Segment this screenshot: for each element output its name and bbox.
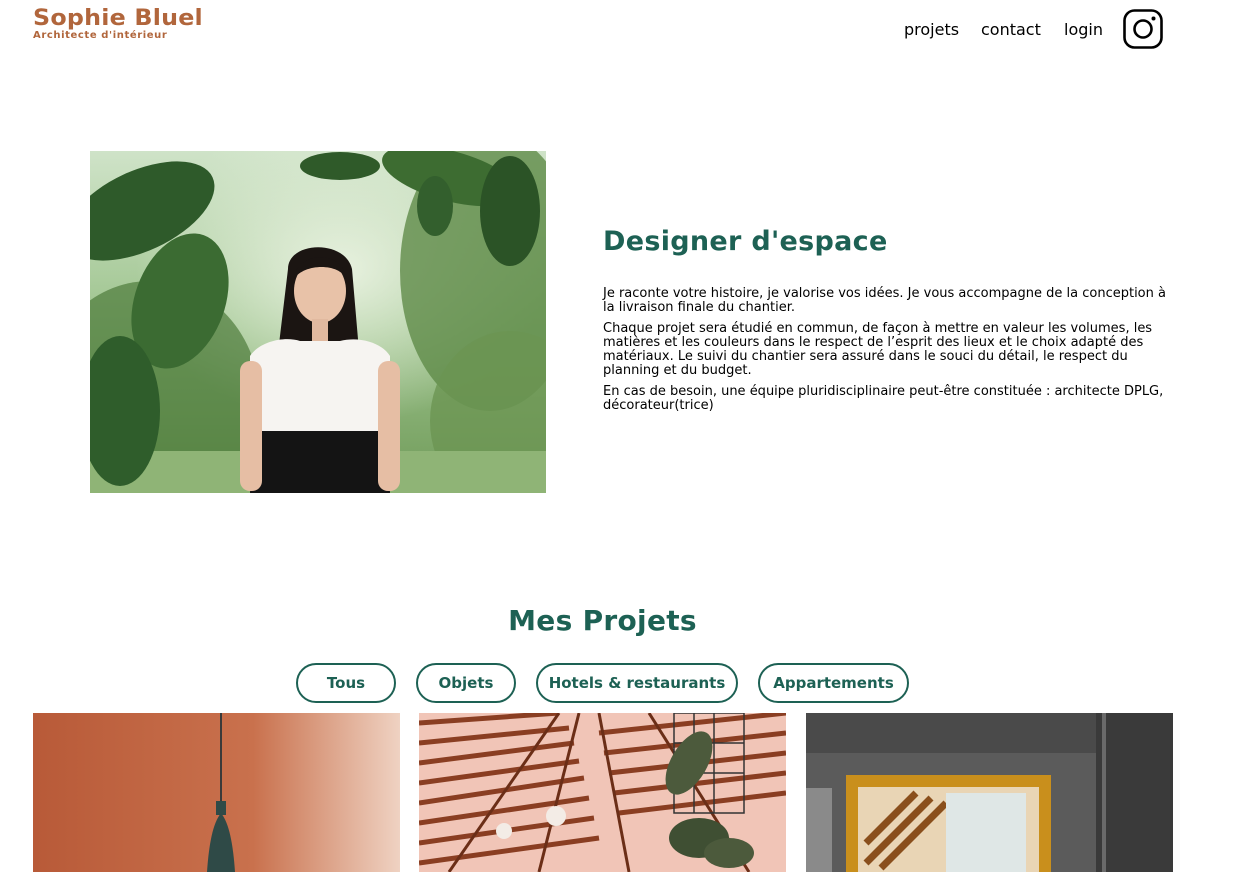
projects-title: Mes Projets	[508, 604, 697, 637]
gallery-item-restaurant-roof[interactable]	[419, 713, 786, 872]
site-logo[interactable]: Sophie Bluel Architecte d'intérieur	[33, 6, 203, 41]
intro-description: Je raconte votre histoire, je valorise v…	[603, 287, 1178, 420]
gallery-item-wooden-mirror[interactable]	[806, 713, 1173, 872]
gallery-item-pendant-lamp[interactable]	[33, 713, 400, 872]
filter-button-objets[interactable]: Objets	[416, 663, 516, 703]
filter-button-tous[interactable]: Tous	[296, 663, 396, 703]
instagram-icon[interactable]	[1123, 9, 1163, 49]
intro-paragraph: Chaque projet sera étudié en commun, de …	[603, 321, 1153, 378]
intro-paragraph: Je raconte votre histoire, je valorise v…	[603, 286, 1166, 315]
logo-name: Sophie Bluel	[33, 6, 203, 31]
nav-link-contact[interactable]: contact	[981, 20, 1041, 42]
filter-button-appartements[interactable]: Appartements	[758, 663, 909, 703]
logo-subtitle: Architecte d'intérieur	[33, 30, 168, 41]
intro-title: Designer d'espace	[603, 226, 888, 257]
intro-paragraph: En cas de besoin, une équipe pluridiscip…	[603, 384, 1164, 413]
site-header: Sophie Bluel Architecte d'intérieur proj…	[0, 0, 1253, 70]
architect-portrait-photo	[90, 151, 546, 493]
nav-link-projets[interactable]: projets	[904, 20, 959, 42]
nav-link-login[interactable]: login	[1064, 20, 1103, 42]
filter-button-hotels-restaurants[interactable]: Hotels & restaurants	[536, 663, 738, 703]
